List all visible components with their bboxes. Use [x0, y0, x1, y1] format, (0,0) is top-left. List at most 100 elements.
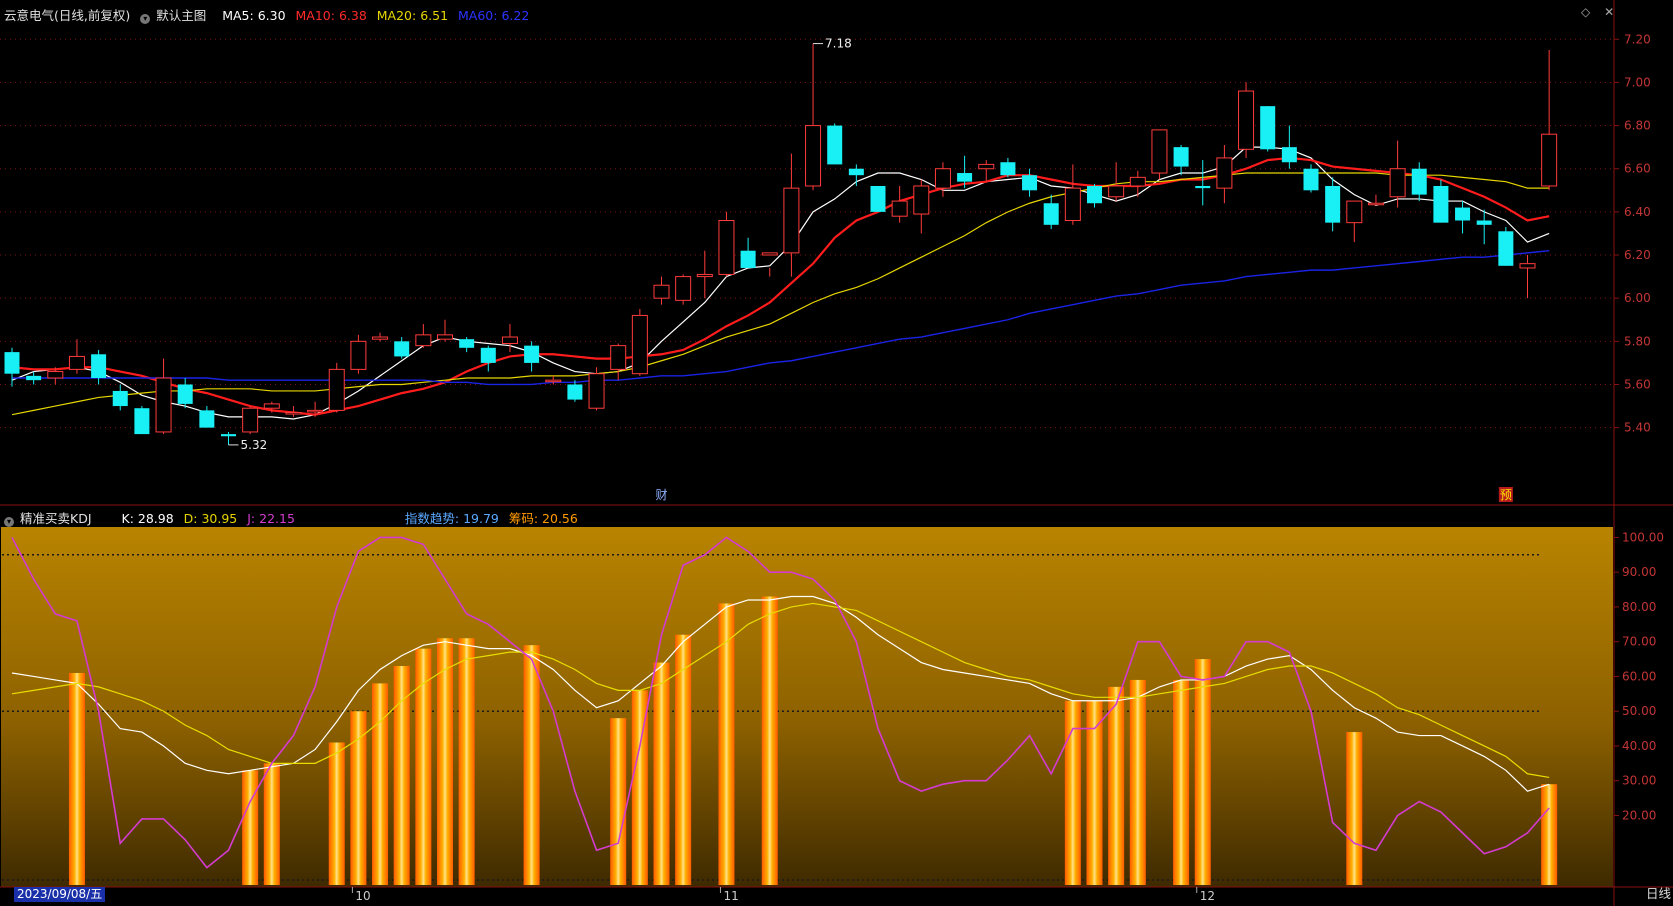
close-icon[interactable]: ✕ [1604, 5, 1614, 19]
stock-chart[interactable]: 7.18 5.32 财 预 7.20 7.00 6.80 6.60 6.40 6.20 6.00 5… [0, 0, 1673, 906]
kdj-tick-label: 80.00 [1622, 600, 1656, 614]
candle-body [1411, 168, 1427, 195]
price-tick-label: 6.40 [1624, 205, 1651, 219]
candle-body [1519, 263, 1536, 269]
kdj-bar [350, 711, 367, 885]
diamond-icon[interactable]: ◇ [1581, 5, 1590, 19]
candle-body [1195, 185, 1211, 189]
candle-body [1433, 185, 1449, 223]
candle-body [415, 334, 432, 347]
month-label: 12 [1200, 889, 1215, 903]
kdj-tick-label: 60.00 [1622, 669, 1656, 683]
candle-body [285, 412, 302, 415]
indicator-select[interactable]: ▾ 精准买卖KDJ [4, 511, 98, 527]
kdj-tick-label: 50.00 [1622, 704, 1656, 718]
extreme-label: 7.18 [825, 37, 852, 51]
candle-body [1541, 133, 1558, 187]
candle-body [1455, 207, 1471, 221]
extreme-label: 5.32 [241, 438, 268, 452]
candle-body [459, 339, 475, 348]
kdj-tick-label: 40.00 [1622, 739, 1656, 753]
stock-title[interactable]: 云意电气(日线,前复权) [4, 8, 130, 23]
kdj-tick-label: 20.00 [1622, 808, 1656, 822]
kdj-bar [1346, 732, 1363, 885]
kdj-tick-label: 90.00 [1622, 565, 1656, 579]
kdj-bar [263, 763, 280, 885]
period-label[interactable]: 日线 [1646, 883, 1671, 902]
cursor-date: 2023/09/08/五 [14, 887, 106, 902]
event-marker: 财 [656, 488, 668, 502]
template-label: 默认主图 [156, 8, 207, 23]
candle-body [1151, 129, 1168, 174]
candle-body [610, 345, 627, 370]
ma10-value: MA10: 6.38 [295, 8, 367, 23]
template-select[interactable]: ▾ 默认主图 [140, 8, 212, 24]
kdj-bar [1541, 784, 1558, 885]
candle-body [372, 336, 389, 340]
kdj-bar [242, 770, 259, 885]
price-tick-label: 5.60 [1624, 377, 1651, 391]
indicator-name: 精准买卖KDJ [20, 511, 92, 526]
k-value: K: 28.98 [121, 511, 174, 526]
event-marker: 预 [1500, 488, 1512, 502]
candle-body [68, 355, 85, 370]
candle-body [1476, 220, 1492, 225]
candle-body [1000, 162, 1016, 176]
candle-body [328, 368, 345, 411]
kdj-bar [437, 638, 453, 885]
candle-body [913, 185, 930, 215]
candle-body [242, 407, 259, 433]
candle-body [1173, 147, 1189, 167]
candle-body [978, 163, 995, 170]
trend-value: 指数趋势: 19.79 [404, 511, 499, 526]
candle-body [307, 409, 324, 413]
candle-body [1346, 200, 1363, 224]
candle-body [112, 390, 128, 407]
chips-value: 筹码: 20.56 [508, 511, 578, 526]
candle-body [1389, 168, 1406, 198]
month-label: 11 [723, 889, 738, 903]
candle-body [1043, 203, 1059, 225]
candle-body [1087, 185, 1102, 204]
kdj-bar [68, 672, 85, 885]
kdj-bar [1129, 679, 1146, 885]
ma60-value: MA60: 6.22 [458, 8, 530, 23]
candle-body [805, 125, 822, 187]
d-value: D: 30.95 [183, 511, 238, 526]
kdj-bar [372, 683, 389, 885]
kdj-bar [761, 596, 778, 885]
candle-body [957, 173, 973, 182]
kdj-bar [1194, 659, 1211, 885]
kdj-bar [610, 718, 627, 885]
candle-body [4, 352, 20, 374]
price-tick-label: 6.80 [1624, 119, 1651, 133]
price-tick-label: 7.20 [1624, 32, 1651, 46]
candle-body [718, 220, 735, 275]
dropdown-circle-icon[interactable]: ▾ [4, 517, 14, 527]
price-tick-label: 6.60 [1624, 162, 1651, 176]
candle-body [501, 336, 518, 344]
candle-body [827, 125, 843, 165]
candle-body [1108, 185, 1125, 198]
kdj-bar [523, 645, 540, 885]
price-tick-label: 5.40 [1624, 421, 1651, 435]
candle-body [47, 371, 64, 379]
candle-body [588, 373, 605, 409]
candle-body [783, 187, 800, 254]
candle-body [524, 345, 540, 363]
candle-body [848, 168, 864, 176]
kdj-tick-label: 70.00 [1622, 635, 1656, 649]
candle-body [26, 375, 42, 381]
candle-body [1281, 147, 1297, 163]
candle-body [155, 377, 172, 433]
kdj-bar [458, 638, 475, 885]
candle-body [1216, 157, 1233, 189]
candle-body [1064, 187, 1081, 222]
price-tick-label: 6.00 [1624, 291, 1651, 305]
candle-body [480, 347, 496, 363]
dropdown-circle-icon[interactable]: ▾ [140, 14, 151, 24]
price-tick-label: 7.00 [1624, 75, 1651, 89]
ma5-value: MA5: 6.30 [222, 8, 286, 23]
price-header: 云意电气(日线,前复权) ▾ 默认主图 MA5: 6.30 MA10: 6.38 … [4, 5, 535, 24]
candle-body [1260, 106, 1276, 150]
